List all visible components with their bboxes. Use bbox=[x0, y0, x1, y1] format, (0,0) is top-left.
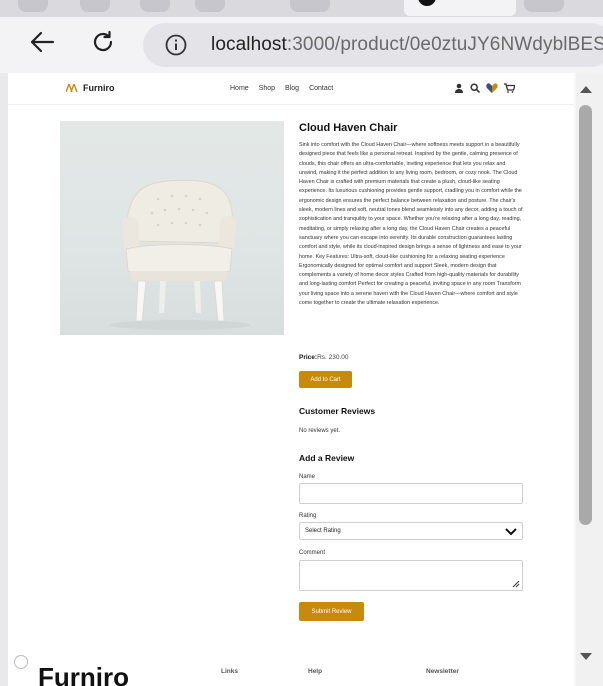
add-review-heading: Add a Review bbox=[299, 453, 355, 463]
chair-image bbox=[110, 179, 250, 330]
dev-tools-badge[interactable] bbox=[14, 655, 28, 669]
nav-contact[interactable]: Contact bbox=[309, 85, 333, 92]
rating-label: Rating bbox=[299, 513, 317, 519]
reload-icon bbox=[93, 30, 113, 52]
product-price: Price:Rs. 230.00 bbox=[299, 354, 349, 361]
browser-tab[interactable] bbox=[290, 0, 330, 12]
product-image bbox=[60, 121, 284, 335]
browser-tab[interactable] bbox=[195, 0, 225, 12]
site-info-icon[interactable] bbox=[165, 34, 187, 61]
search-icon[interactable] bbox=[470, 83, 480, 93]
scrollbar-thumb[interactable] bbox=[579, 105, 592, 525]
brand-logo[interactable]: Furniro bbox=[66, 83, 115, 93]
rating-select[interactable]: Select Rating bbox=[299, 522, 523, 540]
add-to-cart-button[interactable]: Add to Cart bbox=[299, 371, 352, 388]
arrow-left-icon bbox=[30, 31, 55, 53]
no-reviews-text: No reviews yet. bbox=[299, 428, 341, 434]
price-label: Price: bbox=[299, 354, 318, 361]
comment-textarea[interactable] bbox=[299, 560, 523, 591]
browser-tab[interactable] bbox=[18, 0, 48, 12]
site-header: Furniro Home Shop Blog Contact bbox=[8, 73, 574, 105]
header-icons bbox=[454, 83, 515, 93]
browser-tab[interactable] bbox=[80, 0, 110, 12]
footer-brand: Furniro bbox=[38, 662, 129, 686]
page: Furniro Home Shop Blog Contact Cloud Hav… bbox=[8, 73, 574, 686]
submit-review-button[interactable]: Submit Review bbox=[299, 602, 364, 621]
comment-label: Comment bbox=[299, 550, 326, 556]
rating-select-value: Select Rating bbox=[305, 528, 341, 534]
url-host: localhost bbox=[211, 34, 287, 55]
page-viewport: Furniro Home Shop Blog Contact Cloud Hav… bbox=[8, 73, 603, 686]
nav-home[interactable]: Home bbox=[230, 85, 249, 92]
customer-reviews-heading: Customer Reviews bbox=[299, 406, 376, 416]
main-nav: Home Shop Blog Contact bbox=[230, 85, 333, 92]
url-path: :3000/product/0e0ztuJY6NWdyblBES bbox=[286, 34, 603, 55]
chevron-down-icon bbox=[505, 528, 517, 536]
resize-handle-icon[interactable] bbox=[512, 580, 520, 588]
product-title: Cloud Haven Chair bbox=[299, 122, 398, 134]
url-text[interactable]: localhost:3000/product/0e0ztuJY6NWdyblBE… bbox=[211, 34, 603, 56]
footer-help-heading: Help bbox=[308, 668, 323, 675]
address-bar[interactable]: localhost:3000/product/0e0ztuJY6NWdyblBE… bbox=[143, 23, 603, 67]
footer-newsletter-heading: Newsletter bbox=[426, 668, 459, 675]
browser-tab[interactable] bbox=[140, 0, 170, 12]
furniro-logo-icon bbox=[66, 84, 78, 92]
price-value: Rs. 230.00 bbox=[317, 354, 349, 361]
name-input[interactable] bbox=[299, 483, 523, 504]
nav-blog[interactable]: Blog bbox=[285, 85, 299, 92]
footer-links-heading: Links bbox=[221, 668, 238, 675]
brand-name: Furniro bbox=[83, 83, 115, 93]
reload-button[interactable] bbox=[88, 27, 118, 57]
browser-tab-strip bbox=[0, 0, 603, 17]
user-icon[interactable] bbox=[454, 83, 464, 93]
cart-icon[interactable] bbox=[504, 83, 515, 93]
scroll-down-icon[interactable] bbox=[579, 652, 593, 662]
heart-icon[interactable] bbox=[486, 83, 498, 93]
scroll-up-icon[interactable] bbox=[579, 84, 593, 94]
product-description: Sink into comfort with the Cloud Haven C… bbox=[299, 142, 523, 307]
name-label: Name bbox=[299, 474, 316, 480]
nav-shop[interactable]: Shop bbox=[259, 85, 275, 92]
back-button[interactable] bbox=[27, 27, 57, 57]
browser-tab[interactable] bbox=[524, 0, 564, 12]
